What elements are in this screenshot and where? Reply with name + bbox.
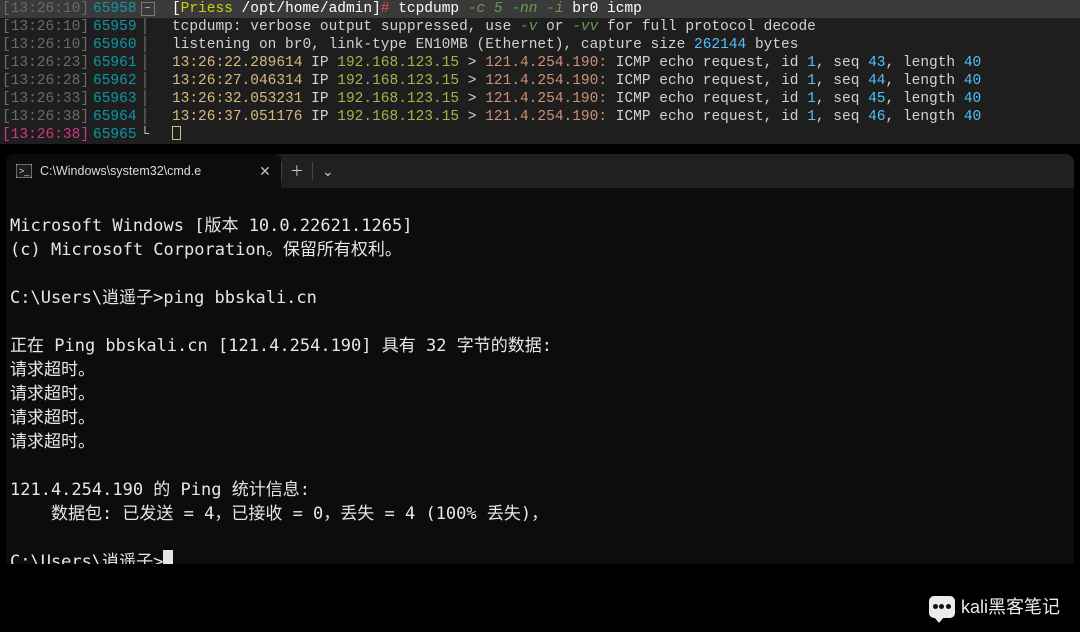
tcpdump-terminal: [13:26:10] 65958 − [Priess /opt/home/adm… [0, 0, 1080, 144]
prompt: C:\Users\逍遥子> [10, 552, 163, 564]
prompt-hash: # [381, 0, 398, 18]
close-icon[interactable]: ✕ [259, 162, 271, 180]
titlebar[interactable]: >_ C:\Windows\system32\cmd.e ✕ ＋ ⌄ [6, 154, 1074, 188]
terminal-line: [13:26:10] 65960 │ listening on br0, lin… [0, 36, 1080, 54]
output-line: 请求超时。 [10, 432, 95, 452]
line-number: 65958 [89, 0, 141, 18]
tab-cmd[interactable]: >_ C:\Windows\system32\cmd.e ✕ [6, 154, 281, 188]
tab-dropdown-button[interactable]: ⌄ [313, 162, 343, 180]
terminal-line: [13:26:38] 65965 └ [0, 126, 1080, 144]
prompt-host: Priess [181, 0, 233, 18]
output-line: 请求超时。 [10, 360, 95, 380]
cursor-icon [172, 126, 181, 140]
svg-text:>_: >_ [19, 166, 30, 176]
terminal-line: [13:26:38] 65964 │ 13:26:37.051176 IP 19… [0, 108, 1080, 126]
timestamp: [13:26:10] [2, 0, 89, 18]
output-line: 请求超时。 [10, 408, 95, 428]
output-line: 数据包: 已发送 = 4，已接收 = 0，丢失 = 4 (100% 丢失)， [10, 504, 548, 524]
terminal-line: [13:26:33] 65963 │ 13:26:32.053231 IP 19… [0, 90, 1080, 108]
cursor-icon [163, 550, 173, 564]
prompt-path: /opt/home/admin [233, 0, 372, 18]
terminal-line: [13:26:10] 65959 │ tcpdump: verbose outp… [0, 18, 1080, 36]
output-line: Microsoft Windows [版本 10.0.22621.1265] [10, 216, 412, 236]
terminal-line: [13:26:10] 65958 − [Priess /opt/home/adm… [0, 0, 1080, 18]
terminal-line: [13:26:23] 65961 │ 13:26:22.289614 IP 19… [0, 54, 1080, 72]
command: ping bbskali.cn [163, 288, 317, 308]
fold-pipe: │ [141, 18, 155, 36]
fold-icon[interactable]: − [141, 2, 155, 16]
terminal-output[interactable]: Microsoft Windows [版本 10.0.22621.1265] (… [6, 188, 1074, 564]
watermark-text: kali黑客笔记 [961, 598, 1060, 616]
output-line: 请求超时。 [10, 384, 95, 404]
wechat-icon [929, 596, 955, 618]
watermark: kali黑客笔记 [929, 596, 1060, 618]
prompt: C:\Users\逍遥子> [10, 288, 163, 308]
cmd-flags: -c 5 -nn -i [468, 0, 564, 18]
tab-title: C:\Windows\system32\cmd.e [40, 162, 201, 180]
windows-terminal-window: >_ C:\Windows\system32\cmd.e ✕ ＋ ⌄ Micro… [6, 154, 1074, 564]
command: tcpdump [398, 0, 468, 18]
output-line: 121.4.254.190 的 Ping 统计信息: [10, 480, 310, 500]
terminal-line: [13:26:28] 65962 │ 13:26:27.046314 IP 19… [0, 72, 1080, 90]
cmd-icon: >_ [16, 163, 32, 179]
new-tab-button[interactable]: ＋ [282, 162, 312, 180]
output-line: 正在 Ping bbskali.cn [121.4.254.190] 具有 32… [10, 336, 552, 356]
prompt-bracket: [ [172, 0, 181, 18]
output-line: (c) Microsoft Corporation。保留所有权利。 [10, 240, 402, 260]
